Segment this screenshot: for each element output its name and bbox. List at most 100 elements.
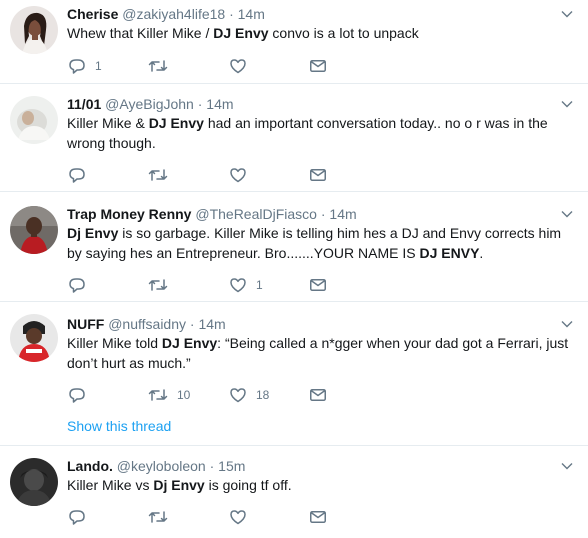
author-name[interactable]: 11/01 xyxy=(67,96,101,112)
chevron-down-icon[interactable] xyxy=(560,459,574,473)
like-button[interactable] xyxy=(228,56,256,76)
tweet[interactable]: Cherise @zakiyah4life18 · 14m Whew that … xyxy=(0,0,588,84)
tweet-timeline: Cherise @zakiyah4life18 · 14m Whew that … xyxy=(0,0,588,538)
tweet[interactable]: NUFF @nuffsaidny · 14m Killer Mike told … xyxy=(0,302,588,446)
highlighted-term: DJ Envy xyxy=(213,25,269,41)
avatar[interactable] xyxy=(10,314,58,362)
direct-message-button[interactable] xyxy=(308,507,328,527)
timestamp[interactable]: 14m xyxy=(329,206,356,222)
tweet-header: Cherise @zakiyah4life18 · 14m xyxy=(67,5,265,23)
highlighted-term: DJ Envy xyxy=(148,115,204,131)
tweet[interactable]: 11/01 @AyeBigJohn · 14m Killer Mike & DJ… xyxy=(0,84,588,192)
reply-icon xyxy=(67,165,87,185)
retweet-icon xyxy=(147,275,169,295)
author-name[interactable]: NUFF xyxy=(67,316,104,332)
timestamp[interactable]: 14m xyxy=(198,316,225,332)
envelope-icon xyxy=(308,56,328,76)
author-name[interactable]: Lando. xyxy=(67,458,113,474)
tweet[interactable]: Lando. @keyloboleon · 15m Killer Mike vs… xyxy=(0,446,588,538)
separator: · xyxy=(189,316,195,332)
envelope-icon xyxy=(308,385,328,405)
envelope-icon xyxy=(308,275,328,295)
tweet-text-run: Killer Mike told xyxy=(67,335,162,351)
reply-button[interactable] xyxy=(67,385,95,405)
tweet-text-run: convo is a lot to unpack xyxy=(268,25,419,41)
chevron-down-icon[interactable] xyxy=(560,7,574,21)
retweet-button[interactable] xyxy=(147,56,177,76)
tweet-text-run: is so garbage. Killer Mike is telling hi… xyxy=(67,225,562,261)
tweet-text-run: Whew that Killer Mike / xyxy=(67,25,214,41)
tweet-header: 11/01 @AyeBigJohn · 14m xyxy=(67,95,234,113)
like-count: 1 xyxy=(256,278,263,292)
tweet-text-run: is going tf off. xyxy=(204,477,292,493)
heart-icon xyxy=(228,385,248,405)
author-handle[interactable]: @AyeBigJohn xyxy=(105,96,194,112)
tweet-header: Lando. @keyloboleon · 15m xyxy=(67,457,245,475)
separator: · xyxy=(209,458,215,474)
retweet-button[interactable]: 10 xyxy=(147,385,190,405)
retweet-button[interactable] xyxy=(147,507,177,527)
timestamp[interactable]: 15m xyxy=(218,458,245,474)
retweet-count: 10 xyxy=(177,388,191,402)
tweet-text: Whew that Killer Mike / DJ Envy convo is… xyxy=(67,23,577,43)
tweet-text-run: . xyxy=(479,245,484,261)
direct-message-button[interactable] xyxy=(308,275,328,295)
reply-button[interactable] xyxy=(67,165,95,185)
envelope-icon xyxy=(308,507,328,527)
avatar[interactable] xyxy=(10,458,58,506)
heart-icon xyxy=(228,165,248,185)
timestamp[interactable]: 14m xyxy=(238,6,265,22)
author-handle[interactable]: @nuffsaidny xyxy=(108,316,186,332)
retweet-button[interactable] xyxy=(147,275,177,295)
avatar[interactable] xyxy=(10,96,58,144)
chevron-down-icon[interactable] xyxy=(560,207,574,221)
reply-icon xyxy=(67,56,87,76)
like-button[interactable]: 1 xyxy=(228,275,263,295)
direct-message-button[interactable] xyxy=(308,165,328,185)
heart-icon xyxy=(228,56,248,76)
tweet-header: NUFF @nuffsaidny · 14m xyxy=(67,315,226,333)
show-thread-link[interactable]: Show this thread xyxy=(67,417,171,435)
tweet-text: Killer Mike vs Dj Envy is going tf off. xyxy=(67,475,577,495)
separator: · xyxy=(229,6,234,22)
like-button[interactable] xyxy=(228,507,256,527)
retweet-button[interactable] xyxy=(147,165,177,185)
retweet-icon xyxy=(147,385,169,405)
direct-message-button[interactable] xyxy=(308,385,328,405)
reply-button[interactable] xyxy=(67,507,95,527)
chevron-down-icon[interactable] xyxy=(560,97,574,111)
tweet-text: Killer Mike told DJ Envy: “Being called … xyxy=(67,333,577,373)
highlighted-term: DJ ENVY xyxy=(419,245,480,261)
highlighted-term: Dj Envy xyxy=(153,477,205,493)
avatar[interactable] xyxy=(10,206,58,254)
reply-icon xyxy=(67,507,87,527)
reply-button[interactable]: 1 xyxy=(67,56,102,76)
timestamp[interactable]: 14m xyxy=(206,96,233,112)
highlighted-term: DJ Envy xyxy=(161,335,218,351)
retweet-icon xyxy=(147,56,169,76)
author-handle[interactable]: @keyloboleon xyxy=(117,458,206,474)
tweet-text: Dj Envy is so garbage. Killer Mike is te… xyxy=(67,223,577,263)
highlighted-term: Dj Envy xyxy=(67,225,119,241)
chevron-down-icon[interactable] xyxy=(560,317,574,331)
author-name[interactable]: Trap Money Renny xyxy=(67,206,191,222)
author-name[interactable]: Cherise xyxy=(67,6,118,22)
like-count: 18 xyxy=(256,388,270,402)
retweet-icon xyxy=(147,165,169,185)
retweet-icon xyxy=(147,507,169,527)
heart-icon xyxy=(228,507,248,527)
direct-message-button[interactable] xyxy=(308,56,328,76)
like-button[interactable]: 18 xyxy=(228,385,269,405)
author-handle[interactable]: @TheRealDjFiasco xyxy=(195,206,317,222)
reply-button[interactable] xyxy=(67,275,95,295)
heart-icon xyxy=(228,275,248,295)
tweet-text-run: Killer Mike & xyxy=(67,115,149,131)
avatar[interactable] xyxy=(10,6,58,54)
envelope-icon xyxy=(308,165,328,185)
author-handle[interactable]: @zakiyah4life18 xyxy=(122,6,225,22)
tweet[interactable]: Trap Money Renny @TheRealDjFiasco · 14m … xyxy=(0,192,588,302)
separator: · xyxy=(197,96,203,112)
separator: · xyxy=(320,206,326,222)
like-button[interactable] xyxy=(228,165,256,185)
reply-count: 1 xyxy=(95,59,102,73)
